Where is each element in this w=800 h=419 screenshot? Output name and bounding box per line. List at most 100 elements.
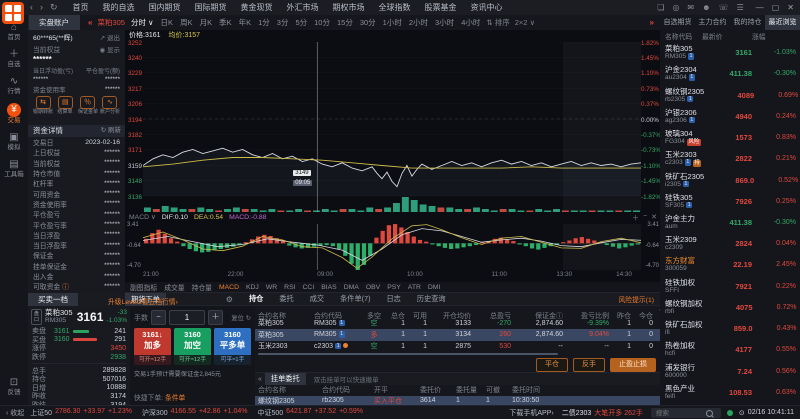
indicator-tab-成交量[interactable]: 成交量 — [164, 282, 184, 292]
menu-item-1[interactable]: 首页 — [66, 2, 96, 13]
quote-row[interactable]: 东方财富30005922.192.45% — [660, 254, 800, 275]
quote-row[interactable]: 硅铁加权SFFI79210.22% — [660, 276, 800, 297]
account-action-账户分析[interactable]: ∿账户分析 — [99, 96, 121, 116]
menu-item-5[interactable]: 黄金现货 — [234, 2, 280, 13]
quote-tab-主力合约[interactable]: 主力合约 — [695, 15, 730, 30]
sidebar-item-toolbox[interactable]: ▤工具箱 — [0, 159, 28, 179]
list-icon[interactable]: ☰ — [737, 3, 744, 12]
quote-row[interactable]: 铁矿石2305i23051869.00.52% — [660, 169, 800, 190]
account-action-结算单[interactable]: ▤结算单 — [54, 96, 76, 116]
indicator-tab-KDJ[interactable]: KDJ — [246, 284, 259, 291]
menu-item-3[interactable]: 国内期货 — [142, 2, 188, 13]
quote-row[interactable]: 玉米2309c230928240.04% — [660, 233, 800, 254]
indicator-tab-BIAS[interactable]: BIAS — [321, 284, 337, 291]
collapse-icon[interactable]: « — [258, 376, 262, 383]
macd-plot[interactable] — [143, 224, 641, 270]
tab-level1-book[interactable]: 买卖一档 — [28, 293, 78, 306]
indicator-tab-副图指标[interactable]: 副图指标 — [130, 282, 157, 292]
period-4小时[interactable]: 4小时 — [460, 17, 481, 28]
menu-item-7[interactable]: 期权市场 — [326, 2, 372, 13]
trade-tab-历史查询[interactable]: 历史查询 — [409, 294, 454, 304]
quote-tab-我的持仓[interactable]: 我的持仓 — [730, 15, 765, 30]
quote-row[interactable]: 硅铁305SF305179260.25% — [660, 191, 800, 212]
qty-minus-button[interactable]: − — [151, 310, 166, 325]
period-10分[interactable]: 10分 — [313, 17, 331, 28]
index-item[interactable]: 中证5006421.87+37.52+0.59% — [257, 408, 363, 418]
search-box[interactable] — [651, 408, 721, 418]
account-action-保证金单[interactable]: ％保证金单 — [77, 96, 99, 116]
quote-row[interactable]: 菜粕305RM30513161-1.03% — [660, 42, 800, 63]
period-日K[interactable]: 日K — [160, 17, 175, 28]
sidebar-item-trade[interactable]: ¥交易 — [0, 103, 28, 125]
condition-order-link[interactable]: 条件单 — [165, 395, 185, 402]
restore-button[interactable]: ▢ — [772, 3, 780, 12]
upgrade-level2-link[interactable]: 升级Level2看五档行情› — [108, 296, 178, 306]
refresh-icon[interactable]: ↻ — [50, 2, 58, 13]
order-button-平多单[interactable]: 3160平多单 — [214, 328, 251, 355]
period-1小时[interactable]: 1小时 — [382, 17, 403, 28]
indicator-tab-PSY[interactable]: PSY — [387, 284, 401, 291]
expand-right-icon[interactable]: » — [650, 18, 654, 27]
trade-tab-委托[interactable]: 委托 — [271, 294, 301, 304]
quote-row[interactable]: 沪银2306ag2306149400.24% — [660, 106, 800, 127]
indicator-tab-DMA[interactable]: DMA — [344, 284, 359, 291]
info-icon[interactable]: ⓘ — [60, 284, 69, 291]
download-app-link[interactable]: 下载手机APP› — [509, 408, 553, 418]
logout-button[interactable]: ↗ 退出 — [100, 32, 120, 42]
trade-tab-条件单(7)[interactable]: 条件单(7) — [332, 294, 378, 304]
position-row[interactable]: 菜粕305RM3051多1131342602,874.609.04%100 — [255, 329, 660, 341]
period-5分[interactable]: 5分 — [294, 17, 308, 28]
quote-row[interactable]: 螺纹钢加权rbfi40750.72% — [660, 297, 800, 318]
close-button[interactable]: ✕ — [787, 3, 794, 12]
search-icon[interactable] — [706, 410, 713, 417]
sidebar-item-watchlist[interactable]: ＋自选 — [0, 49, 28, 69]
sort-button[interactable]: ⇅ 排序 — [486, 17, 509, 28]
horizontal-scrollbar[interactable] — [258, 353, 558, 355]
index-item[interactable]: 上证502786.30+33.97+1.23% — [30, 408, 132, 418]
period-月K[interactable]: 月K — [199, 17, 214, 28]
button-平仓[interactable]: 平仓 — [536, 358, 568, 372]
menu-item-9[interactable]: 股票基金 — [418, 2, 464, 13]
quote-row[interactable]: 沪金2304au23041411.38-0.30% — [660, 63, 800, 84]
gear-icon[interactable]: ⚙ — [226, 295, 233, 304]
period-周K[interactable]: 周K — [179, 17, 194, 28]
period-15分[interactable]: 15分 — [336, 17, 354, 28]
period-1分[interactable]: 1分 — [257, 17, 271, 28]
quote-row[interactable]: 螺纹钢2305rb2305140890.69% — [660, 84, 800, 105]
menu-item-8[interactable]: 全球指数 — [372, 2, 418, 13]
feedback-button[interactable]: ⊡ 反馈 — [0, 377, 28, 397]
trade-tab-成交[interactable]: 成交 — [302, 294, 332, 304]
tab-pending-orders[interactable]: 挂单委托 — [265, 373, 306, 385]
indicator-tab-CCI[interactable]: CCI — [303, 284, 315, 291]
indicator-tab-持仓量[interactable]: 持仓量 — [192, 282, 212, 292]
period-季K[interactable]: 季K — [218, 17, 233, 28]
collapse-left-icon[interactable]: « — [88, 18, 92, 27]
show-toggle[interactable]: ◉ 显示 — [100, 44, 120, 54]
depth-board-icon[interactable]: 盘口 — [31, 309, 42, 325]
reset-button[interactable]: 复位 ↻ — [231, 313, 251, 322]
minimize-button[interactable]: — — [756, 3, 764, 12]
qty-input[interactable]: 1 — [169, 310, 205, 325]
notification-icon[interactable]: ◎ — [672, 3, 679, 12]
grid-layout-select[interactable]: 2×2 ∨ — [515, 18, 535, 27]
indicator-tab-MACD[interactable]: MACD — [219, 284, 239, 291]
period-分时[interactable]: 分时 ∨ — [130, 17, 155, 28]
user-icon[interactable]: ☻ — [702, 3, 710, 12]
quote-tab-自选期货[interactable]: 自选期货 — [660, 15, 695, 30]
qty-plus-button[interactable]: ＋ — [208, 310, 223, 325]
period-年K[interactable]: 年K — [238, 17, 253, 28]
refresh-button[interactable]: ↻ 刷新 — [101, 125, 121, 137]
sidebar-item-home[interactable]: ⌂首页 — [0, 22, 28, 42]
menu-item-4[interactable]: 国际期货 — [188, 2, 234, 13]
menu-item-6[interactable]: 外汇市场 — [280, 2, 326, 13]
quote-row[interactable]: 黑色产业feifi108.530.63% — [660, 382, 800, 403]
button-止盈止损[interactable]: 止盈止损 — [610, 358, 656, 372]
service-icon[interactable]: ☏ — [719, 3, 729, 12]
indicator-tab-OBV[interactable]: OBV — [366, 284, 380, 291]
indicator-tab-DMI[interactable]: DMI — [428, 284, 440, 291]
indicator-tab-RSI[interactable]: RSI — [284, 284, 295, 291]
app-logo[interactable] — [2, 2, 24, 24]
index-item[interactable]: 沪深3004166.55+42.86+1.04% — [142, 408, 248, 418]
quote-row[interactable]: 玉米2303c23031持28220.21% — [660, 148, 800, 169]
order-button-加多[interactable]: 3161↓加多 — [134, 328, 171, 355]
